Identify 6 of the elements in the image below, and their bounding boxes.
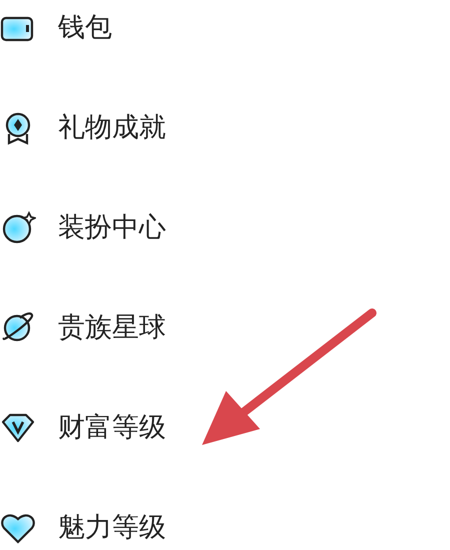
menu-item[interactable]: 财富等级 <box>58 410 166 446</box>
menu-item[interactable]: 魅力等级 <box>58 510 166 546</box>
menu-item[interactable]: 礼物成就 <box>58 110 166 146</box>
menu-item[interactable]: 装扮中心 <box>58 210 166 246</box>
menu-item[interactable]: 贵族星球 <box>58 310 166 346</box>
menu-item[interactable]: 钱包 <box>58 10 112 46</box>
